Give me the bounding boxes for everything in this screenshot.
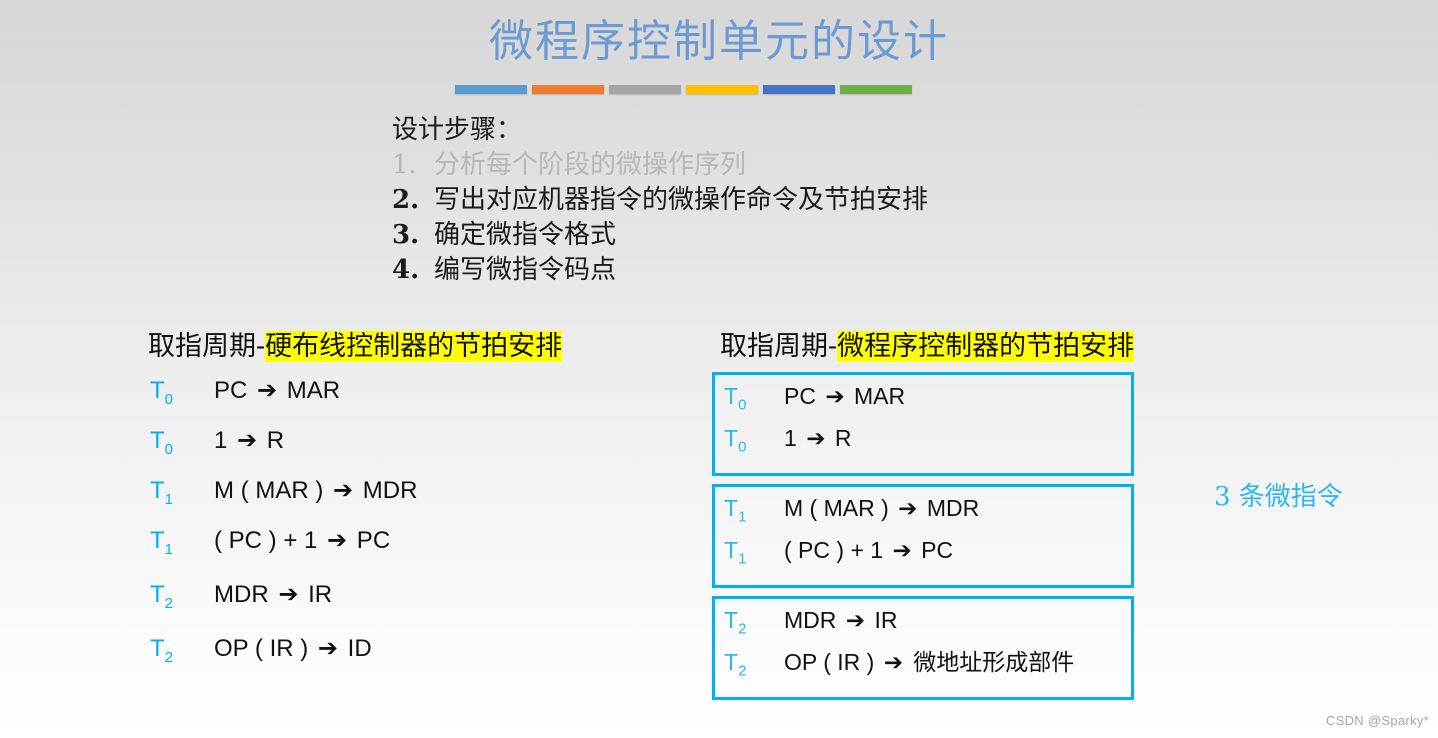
- microprogram-timing-row: T1 M ( MAR ) ➔ MDR: [715, 493, 1131, 535]
- right-column-heading: 取指周期-微程序控制器的节拍安排: [720, 328, 1135, 366]
- design-step-item-4: 4. 编写微指令码点: [392, 253, 928, 288]
- right-arrow-icon: ➔: [883, 650, 903, 676]
- left-column-heading: 取指周期-硬布线控制器的节拍安排: [148, 328, 563, 366]
- bar-yellow: [686, 85, 758, 94]
- micro-operation-expression: 1 ➔ R: [214, 426, 285, 454]
- right-arrow-icon: ➔: [317, 634, 339, 662]
- right-arrow-icon: ➔: [898, 496, 918, 522]
- bar-orange: [532, 85, 604, 94]
- watermark: CSDN @Sparky*: [1325, 713, 1429, 728]
- design-step-text: 分析每个阶段的微操作序列: [434, 150, 747, 180]
- design-step-text: 确定微指令格式: [434, 220, 617, 250]
- micro-operation-expression: ( PC ) + 1 ➔ PC: [214, 526, 391, 554]
- micro-operation-expression: M ( MAR ) ➔ MDR: [214, 476, 418, 504]
- bar-gray: [609, 85, 681, 94]
- micro-operation-expression: OP ( IR ) ➔ 微地址形成部件: [784, 649, 1075, 676]
- microinstruction-box-3: T2 MDR ➔ IR T2 OP ( IR ) ➔ 微地址形成部件: [712, 596, 1134, 700]
- hardwired-timing-row: T1 ( PC ) + 1 ➔ PC: [150, 525, 580, 579]
- right-arrow-icon: ➔: [806, 426, 826, 452]
- hardwired-timing-row: T1 M ( MAR ) ➔ MDR: [150, 475, 580, 525]
- timing-label: T2: [150, 635, 174, 666]
- design-step-number: 2.: [392, 185, 420, 215]
- design-step-item-2: 2. 写出对应机器指令的微操作命令及节拍安排: [392, 183, 928, 218]
- timing-label: T0: [150, 427, 174, 458]
- micro-operation-destination: MDR: [920, 495, 980, 521]
- design-steps-block: 设计步骤： 1. 分析每个阶段的微操作序列 2. 写出对应机器指令的微操作命令及节拍安…: [392, 112, 928, 288]
- hardwired-timing-row: T0 PC ➔ MAR: [150, 375, 580, 425]
- micro-operation-expression: ( PC ) + 1 ➔ PC: [784, 537, 954, 564]
- microprogram-timing-row: T1 ( PC ) + 1 ➔ PC: [715, 535, 1131, 577]
- micro-operation-destination: ID: [341, 635, 372, 662]
- design-step-item-1: 1. 分析每个阶段的微操作序列: [392, 148, 928, 183]
- micro-operation-destination: R: [828, 425, 852, 451]
- micro-operation-destination: IR: [868, 607, 898, 633]
- micro-operation-destination: R: [260, 427, 285, 454]
- bar-green: [840, 85, 912, 94]
- right-arrow-icon: ➔: [332, 476, 354, 504]
- micro-operation-destination: MDR: [356, 477, 418, 504]
- design-step-text: 编写微指令码点: [434, 255, 617, 285]
- timing-label: T0: [150, 377, 174, 408]
- bar-dark-blue: [763, 85, 835, 94]
- decorative-color-bars: [455, 85, 915, 94]
- right-arrow-icon: ➔: [278, 580, 299, 608]
- design-step-text: 写出对应机器指令的微操作命令及节拍安排: [434, 185, 929, 215]
- left-heading-plain: 取指周期-: [148, 331, 266, 362]
- right-arrow-icon: ➔: [327, 526, 348, 554]
- micro-operation-expression: OP ( IR ) ➔ ID: [214, 634, 372, 662]
- right-arrow-icon: ➔: [257, 376, 278, 404]
- micro-operation-destination: MAR: [847, 383, 906, 409]
- microprogram-timing-boxes: T0 PC ➔ MAR T0 1 ➔ R T1 M ( MAR ) ➔ MDR T1 ( PC…: [712, 372, 1134, 708]
- micro-operation-expression: MDR ➔ IR: [214, 580, 333, 608]
- micro-operation-destination: MAR: [280, 377, 341, 404]
- micro-operation-destination: 微地址形成部件: [905, 650, 1075, 676]
- microprogram-timing-row: T0 PC ➔ MAR: [715, 381, 1131, 423]
- micro-operation-expression: PC ➔ MAR: [214, 376, 341, 404]
- microinstruction-box-1: T0 PC ➔ MAR T0 1 ➔ R: [712, 372, 1134, 476]
- timing-label: T2: [150, 581, 174, 612]
- microprogram-timing-row: T2 OP ( IR ) ➔ 微地址形成部件: [715, 647, 1131, 689]
- design-step-number: 4.: [392, 255, 420, 285]
- design-step-number: 1.: [392, 150, 417, 180]
- hardwired-timing-row: T2 OP ( IR ) ➔ ID: [150, 633, 580, 683]
- right-arrow-icon: ➔: [825, 384, 845, 410]
- right-arrow-icon: ➔: [892, 538, 912, 564]
- microinstruction-count-note: 3 条微指令: [1214, 482, 1343, 512]
- microprogram-timing-row: T0 1 ➔ R: [715, 423, 1131, 465]
- microinstruction-box-2: T1 M ( MAR ) ➔ MDR T1 ( PC ) + 1 ➔ PC: [712, 484, 1134, 588]
- hardwired-timing-row: T2 MDR ➔ IR: [150, 579, 580, 633]
- design-steps-heading: 设计步骤：: [392, 115, 523, 145]
- timing-label: T0: [724, 425, 747, 456]
- hardwired-timing-list: T0 PC ➔ MAR T0 1 ➔ R T1 M ( MAR ) ➔ MDR T1 ( PC…: [150, 375, 580, 683]
- right-arrow-icon: ➔: [845, 608, 866, 634]
- timing-label: T1: [724, 495, 747, 526]
- timing-label: T1: [150, 477, 174, 508]
- left-heading-highlight: 硬布线控制器的节拍安排: [265, 331, 563, 362]
- bar-blue: [455, 85, 527, 94]
- micro-operation-destination: IR: [301, 581, 333, 608]
- micro-operation-expression: MDR ➔ IR: [784, 607, 898, 634]
- micro-operation-expression: 1 ➔ R: [784, 425, 852, 452]
- hardwired-timing-row: T0 1 ➔ R: [150, 425, 580, 475]
- microprogram-timing-row: T2 MDR ➔ IR: [715, 605, 1131, 647]
- timing-label: T2: [724, 607, 747, 638]
- timing-label: T1: [150, 527, 174, 558]
- micro-operation-expression: M ( MAR ) ➔ MDR: [784, 495, 980, 522]
- timing-label: T2: [724, 649, 747, 680]
- micro-operation-destination: PC: [914, 537, 954, 563]
- right-heading-highlight: 微程序控制器的节拍安排: [837, 331, 1135, 362]
- page-title: 微程序控制单元的设计: [489, 16, 949, 67]
- design-step-number: 3.: [392, 220, 420, 250]
- design-steps-list: 1. 分析每个阶段的微操作序列 2. 写出对应机器指令的微操作命令及节拍安排 3. 确定微…: [392, 148, 928, 288]
- timing-label: T0: [724, 383, 747, 414]
- right-heading-plain: 取指周期-: [720, 331, 838, 362]
- timing-label: T1: [724, 537, 747, 568]
- micro-operation-expression: PC ➔ MAR: [784, 383, 906, 410]
- design-step-item-3: 3. 确定微指令格式: [392, 218, 928, 253]
- right-arrow-icon: ➔: [237, 426, 258, 454]
- micro-operation-destination: PC: [350, 527, 391, 554]
